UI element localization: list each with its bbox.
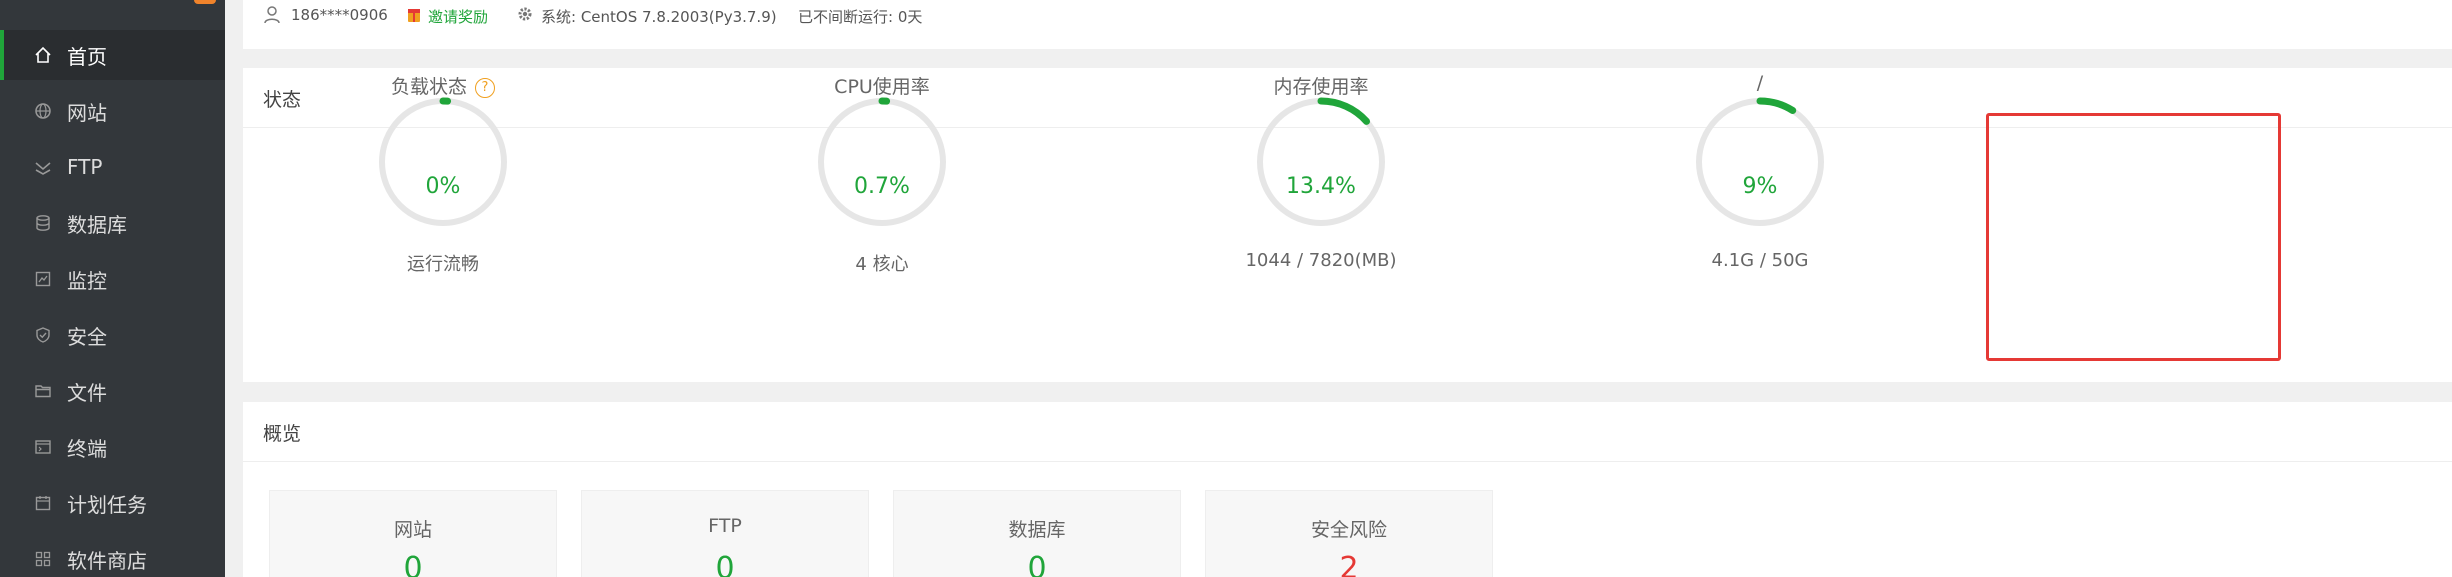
folder-icon bbox=[34, 382, 52, 400]
overview-card-database[interactable]: 数据库 0 bbox=[893, 490, 1181, 577]
brand-badge bbox=[194, 0, 216, 4]
gauge-track bbox=[379, 98, 507, 226]
help-icon[interactable]: ? bbox=[475, 78, 495, 98]
gauge-title-text: 内存使用率 bbox=[1273, 76, 1369, 98]
monitor-icon bbox=[34, 270, 52, 288]
sidebar-item-ftp[interactable]: FTP bbox=[0, 142, 225, 192]
card-label: 网站 bbox=[393, 519, 432, 541]
gauge-value: 9% bbox=[1742, 174, 1778, 199]
gauge-title-text: / bbox=[1756, 72, 1764, 94]
gauge-value: 13.4% bbox=[1286, 174, 1356, 199]
sidebar-item-label: 首页 bbox=[67, 44, 107, 69]
user-icon bbox=[263, 5, 281, 29]
sidebar-item-terminal[interactable]: 终端 bbox=[0, 422, 225, 472]
ftp-icon bbox=[34, 158, 52, 176]
database-icon bbox=[34, 214, 52, 232]
overview-card-website[interactable]: 网站 0 bbox=[269, 490, 557, 577]
sidebar-item-label: FTP bbox=[67, 155, 103, 179]
sidebar-item-appstore[interactable]: 软件商店 bbox=[0, 534, 225, 577]
gauge-title: 负载状态? bbox=[333, 72, 553, 99]
sidebar-item-security[interactable]: 安全 bbox=[0, 310, 225, 360]
sidebar-item-monitor[interactable]: 监控 bbox=[0, 254, 225, 304]
sidebar-item-label: 监控 bbox=[67, 268, 107, 293]
shield-icon bbox=[34, 326, 52, 344]
gauge-ring bbox=[1256, 97, 1386, 227]
overview-card-ftp[interactable]: FTP 0 bbox=[581, 490, 869, 577]
card-label: FTP bbox=[708, 515, 742, 537]
card-value[interactable]: 0 bbox=[894, 551, 1180, 577]
globe-icon bbox=[34, 102, 52, 120]
gauge-subtext: 1044 / 7820(MB) bbox=[1245, 250, 1397, 271]
sidebar-item-label: 计划任务 bbox=[67, 492, 147, 517]
sidebar-item-label: 安全 bbox=[67, 324, 107, 349]
card-value[interactable]: 2 bbox=[1206, 551, 1492, 577]
sidebar-item-label: 文件 bbox=[67, 380, 107, 405]
sidebar-item-files[interactable]: 文件 bbox=[0, 366, 225, 416]
card-label: 安全风险 bbox=[1310, 519, 1387, 541]
gauge-value: 0.7% bbox=[854, 174, 910, 199]
gauge-memory[interactable]: 内存使用率 13.4% 1044 / 7820(MB) bbox=[1211, 0, 1431, 271]
sidebar: 首页 网站 FTP 数据库 监控 安全 文件 终端 计划任务 软件商店 bbox=[0, 0, 225, 577]
sidebar-item-label: 终端 bbox=[67, 436, 107, 461]
gauge-value: 0% bbox=[425, 174, 461, 199]
terminal-icon bbox=[34, 438, 52, 456]
sidebar-item-home[interactable]: 首页 bbox=[0, 30, 225, 80]
overview-title: 概览 bbox=[263, 423, 302, 445]
sidebar-item-label: 网站 bbox=[67, 100, 107, 125]
gauge-disk[interactable]: / 9% 4.1G / 50G bbox=[1650, 0, 1870, 271]
overview-card-security-risk[interactable]: 安全风险 2 bbox=[1205, 490, 1493, 577]
gauge-title-text: CPU使用率 bbox=[834, 76, 930, 98]
card-label: 数据库 bbox=[1008, 519, 1066, 541]
gauge-ring bbox=[817, 97, 947, 227]
gauge-ring bbox=[1695, 97, 1825, 227]
grid-icon bbox=[34, 550, 52, 568]
gauge-title-text: 负载状态 bbox=[390, 76, 467, 98]
gauge-title: 内存使用率 bbox=[1211, 72, 1431, 99]
sidebar-item-label: 数据库 bbox=[67, 212, 127, 237]
gauge-cpu[interactable]: CPU使用率 0.7% 4 核心 bbox=[772, 0, 992, 275]
gauge-subtext: 4 核心 bbox=[855, 254, 909, 275]
gauge-title: / bbox=[1650, 72, 1870, 94]
card-value[interactable]: 0 bbox=[270, 551, 556, 577]
sidebar-item-website[interactable]: 网站 bbox=[0, 86, 225, 136]
highlight-box bbox=[1986, 113, 2281, 361]
system-info: 系统: CentOS 7.8.2003(Py3.7.9) bbox=[541, 8, 777, 26]
status-title: 状态 bbox=[263, 89, 302, 111]
sidebar-item-database[interactable]: 数据库 bbox=[0, 198, 225, 248]
home-icon bbox=[34, 46, 52, 64]
gauge-subtext: 运行流畅 bbox=[407, 254, 479, 275]
sidebar-item-label: 软件商店 bbox=[67, 548, 147, 573]
gauge-ring bbox=[378, 97, 508, 227]
gauge-load[interactable]: 负载状态? 0% 运行流畅 bbox=[333, 0, 553, 275]
gauge-track bbox=[1696, 98, 1824, 226]
gauge-track bbox=[818, 98, 946, 226]
brand bbox=[0, 0, 225, 6]
gauge-title: CPU使用率 bbox=[772, 72, 992, 99]
divider bbox=[243, 461, 2452, 462]
gauge-subtext: 4.1G / 50G bbox=[1711, 250, 1809, 271]
card-value[interactable]: 0 bbox=[582, 551, 868, 577]
calendar-icon bbox=[34, 494, 52, 512]
sidebar-item-cron[interactable]: 计划任务 bbox=[0, 478, 225, 528]
